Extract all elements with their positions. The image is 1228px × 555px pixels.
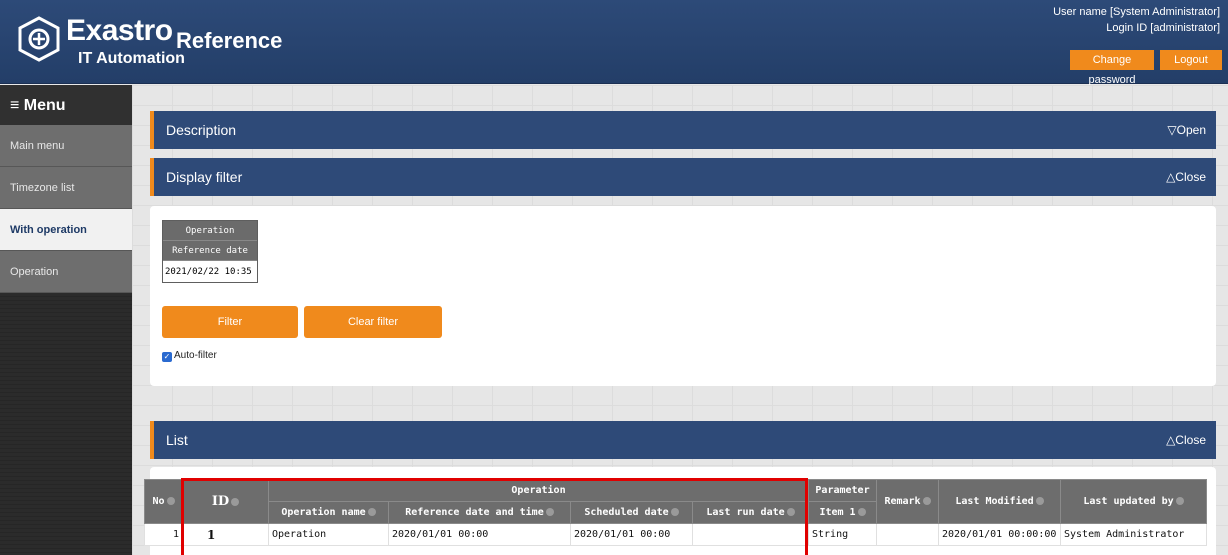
logo-word-text: Exastro bbox=[66, 14, 173, 47]
sort-icon[interactable] bbox=[231, 498, 240, 506]
col-reference-datetime[interactable]: Reference date and time bbox=[388, 501, 571, 524]
login-id-label: Login ID [administrator] bbox=[1106, 22, 1220, 34]
description-bar[interactable]: Description ▽Open bbox=[150, 111, 1216, 149]
exastro-emblem-icon bbox=[18, 16, 60, 62]
col-scheduled-date[interactable]: Scheduled date bbox=[570, 501, 693, 524]
display-filter-close-toggle[interactable]: △Close bbox=[1166, 170, 1206, 184]
sort-icon[interactable] bbox=[786, 508, 795, 516]
logo-subtitle: IT Automation bbox=[78, 50, 185, 67]
cell-last-updated-by: System Administrator bbox=[1060, 523, 1207, 546]
display-filter-title: Display filter bbox=[166, 169, 243, 185]
col-item1-label: Item 1 bbox=[819, 507, 856, 518]
sort-icon[interactable] bbox=[367, 508, 376, 516]
col-item1[interactable]: Item 1 bbox=[808, 501, 877, 524]
cell-scheduled-date: 2020/01/01 00:00 bbox=[570, 523, 693, 546]
filter-group-header: Operation bbox=[163, 221, 257, 241]
reference-date-input[interactable] bbox=[163, 262, 257, 282]
sort-icon[interactable] bbox=[670, 508, 679, 516]
app-header: Exastro IT Automation Reference User nam… bbox=[0, 0, 1228, 86]
cell-id: 1 bbox=[182, 523, 269, 546]
auto-filter-option[interactable]: ✓ Auto-filter bbox=[162, 350, 217, 362]
sidebar-item-main-menu[interactable]: Main menu bbox=[0, 125, 132, 167]
exastro-logo[interactable]: Exastro IT Automation bbox=[16, 12, 185, 72]
description-open-toggle[interactable]: ▽Open bbox=[1167, 123, 1206, 137]
cell-last-run-date bbox=[692, 523, 809, 546]
sort-icon[interactable] bbox=[1175, 497, 1184, 505]
change-password-button[interactable]: Change password bbox=[1070, 50, 1154, 86]
col-group-parameter: Parameter bbox=[808, 479, 877, 502]
list-title: List bbox=[166, 432, 188, 448]
col-last-updated-by[interactable]: Last updated by bbox=[1060, 479, 1207, 524]
col-scheduled-date-label: Scheduled date bbox=[584, 507, 669, 518]
col-last-modified-label: Last Modified bbox=[955, 496, 1034, 507]
user-info: User name [System Administrator] Login I… bbox=[1053, 4, 1220, 36]
list-bar[interactable]: List △Close bbox=[150, 421, 1216, 459]
col-no[interactable]: No bbox=[144, 479, 183, 524]
sort-icon[interactable] bbox=[857, 508, 866, 516]
filter-field-header: Reference date bbox=[163, 241, 257, 261]
auto-filter-label: Auto-filter bbox=[174, 350, 217, 361]
cell-operation-name: Operation bbox=[268, 523, 389, 546]
col-id[interactable]: ID bbox=[182, 479, 269, 524]
col-no-label: No bbox=[152, 496, 165, 507]
col-remark-label: Remark bbox=[884, 496, 921, 507]
col-reference-datetime-label: Reference date and time bbox=[405, 507, 544, 518]
sidebar-item-with-operation[interactable]: With operation bbox=[0, 209, 132, 251]
filter-table: Operation Reference date bbox=[162, 220, 258, 283]
sidebar-item-operation[interactable]: Operation bbox=[0, 251, 132, 293]
filter-panel: Operation Reference date Filter Clear fi… bbox=[150, 206, 1216, 386]
display-filter-bar[interactable]: Display filter △Close bbox=[150, 158, 1216, 196]
cell-reference-datetime: 2020/01/01 00:00 bbox=[388, 523, 571, 546]
col-group-operation: Operation bbox=[268, 479, 809, 502]
clear-filter-button[interactable]: Clear filter bbox=[304, 306, 442, 338]
filter-button[interactable]: Filter bbox=[162, 306, 298, 338]
sort-icon[interactable] bbox=[1035, 497, 1044, 505]
cell-remark bbox=[876, 523, 939, 546]
col-id-label: ID bbox=[211, 494, 230, 509]
cell-last-modified: 2020/01/01 00:00:00 bbox=[938, 523, 1061, 546]
sort-icon[interactable] bbox=[922, 497, 931, 505]
table-row[interactable]: 1 1 Operation 2020/01/01 00:00 2020/01/0… bbox=[144, 523, 1207, 546]
page-title: Reference bbox=[176, 28, 283, 53]
list-close-toggle[interactable]: △Close bbox=[1166, 433, 1206, 447]
col-remark[interactable]: Remark bbox=[876, 479, 939, 524]
operation-table: No ID Operation Parameter Remark Last Mo… bbox=[144, 479, 1207, 546]
sort-icon[interactable] bbox=[166, 497, 175, 505]
col-last-modified[interactable]: Last Modified bbox=[938, 479, 1061, 524]
table-header-row: No ID Operation Parameter Remark Last Mo… bbox=[144, 479, 1207, 524]
logo-wordmark: Exastro bbox=[66, 14, 173, 48]
sidebar-item-timezone-list[interactable]: Timezone list bbox=[0, 167, 132, 209]
sidebar: ≡ Menu Main menu Timezone list With oper… bbox=[0, 85, 132, 555]
logout-button[interactable]: Logout bbox=[1160, 50, 1222, 70]
col-last-updated-by-label: Last updated by bbox=[1083, 496, 1174, 507]
col-operation-name[interactable]: Operation name bbox=[268, 501, 389, 524]
cell-item1: String bbox=[808, 523, 877, 546]
col-last-run-date[interactable]: Last run date bbox=[692, 501, 809, 524]
cell-no: 1 bbox=[144, 523, 183, 546]
sort-icon[interactable] bbox=[545, 508, 554, 516]
menu-toggle[interactable]: ≡ Menu bbox=[0, 85, 132, 125]
checkbox-checked-icon[interactable]: ✓ bbox=[162, 352, 172, 362]
description-title: Description bbox=[166, 122, 237, 138]
user-name-label: User name [System Administrator] bbox=[1053, 6, 1220, 18]
col-operation-name-label: Operation name bbox=[281, 507, 366, 518]
col-last-run-date-label: Last run date bbox=[706, 507, 785, 518]
